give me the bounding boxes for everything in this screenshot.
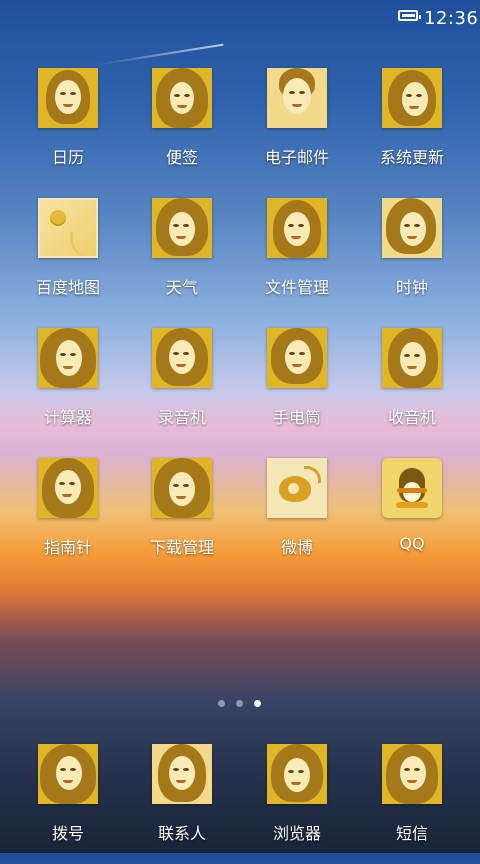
- app-label: 录音机: [157, 408, 206, 427]
- app-file-manager[interactable]: 文件管理: [242, 198, 352, 318]
- radio-icon: [382, 328, 442, 388]
- calendar-icon: [38, 68, 98, 128]
- battery-icon: [398, 10, 421, 21]
- download-manager-icon: [152, 458, 212, 518]
- app-label: 电子邮件: [264, 148, 329, 167]
- dialer-icon: [38, 744, 98, 804]
- app-notes[interactable]: 便签: [127, 68, 237, 188]
- app-label: 计算器: [43, 408, 92, 427]
- app-compass[interactable]: 指南针: [13, 458, 123, 578]
- app-label: 便签: [165, 148, 198, 167]
- page-dot[interactable]: [236, 700, 243, 707]
- app-label: 浏览器: [272, 824, 321, 843]
- notes-icon: [152, 68, 212, 128]
- dock-dialer[interactable]: 拨号: [13, 744, 123, 864]
- browser-icon: [267, 744, 327, 804]
- email-icon: [267, 68, 327, 128]
- calculator-icon: [38, 328, 98, 388]
- app-label: 短信: [395, 824, 428, 843]
- system-update-icon: [382, 68, 442, 128]
- weibo-icon: [267, 458, 327, 518]
- app-clock[interactable]: 时钟: [357, 198, 467, 318]
- status-time: 12:36: [424, 8, 479, 29]
- app-flashlight[interactable]: 手电筒: [242, 328, 352, 448]
- app-weibo[interactable]: 微博: [242, 458, 352, 578]
- clock-icon: [382, 198, 442, 258]
- baidu-map-icon: [38, 198, 98, 258]
- app-label: 日历: [51, 148, 84, 167]
- dock-browser[interactable]: 浏览器: [242, 744, 352, 864]
- file-manager-icon: [267, 198, 327, 258]
- app-label: 拨号: [51, 824, 84, 843]
- weather-icon: [152, 198, 212, 258]
- app-calculator[interactable]: 计算器: [13, 328, 123, 448]
- messages-icon: [382, 744, 442, 804]
- app-label: 系统更新: [379, 148, 444, 167]
- app-label: 联系人: [157, 824, 206, 843]
- app-label: 文件管理: [264, 278, 329, 297]
- status-bar: 12:36: [0, 0, 480, 36]
- app-label: 收音机: [387, 408, 436, 427]
- app-label: 指南针: [43, 538, 92, 557]
- app-weather[interactable]: 天气: [127, 198, 237, 318]
- app-label: 天气: [165, 278, 198, 297]
- app-label: 下载管理: [149, 538, 214, 557]
- dock-messages[interactable]: 短信: [357, 744, 467, 864]
- page-dot[interactable]: [218, 700, 225, 707]
- wallpaper-contrail: [94, 43, 224, 66]
- recorder-icon: [152, 328, 212, 388]
- app-email[interactable]: 电子邮件: [242, 68, 352, 188]
- app-label: 时钟: [395, 278, 428, 297]
- app-label: 微博: [280, 538, 313, 557]
- dock-contacts[interactable]: 联系人: [127, 744, 237, 864]
- app-calendar[interactable]: 日历: [13, 68, 123, 188]
- app-label: QQ: [399, 534, 425, 553]
- contacts-icon: [152, 744, 212, 804]
- app-qq[interactable]: QQ: [357, 458, 467, 578]
- page-indicator: [218, 700, 266, 708]
- app-recorder[interactable]: 录音机: [127, 328, 237, 448]
- app-system-update[interactable]: 系统更新: [357, 68, 467, 188]
- app-label: 百度地图: [35, 278, 100, 297]
- qq-icon: [382, 458, 442, 518]
- app-radio[interactable]: 收音机: [357, 328, 467, 448]
- app-label: 手电筒: [272, 408, 321, 427]
- compass-icon: [38, 458, 98, 518]
- app-baidu-map[interactable]: 百度地图: [13, 198, 123, 318]
- flashlight-icon: [267, 328, 327, 388]
- app-download-manager[interactable]: 下载管理: [127, 458, 237, 578]
- page-dot-active[interactable]: [254, 700, 261, 707]
